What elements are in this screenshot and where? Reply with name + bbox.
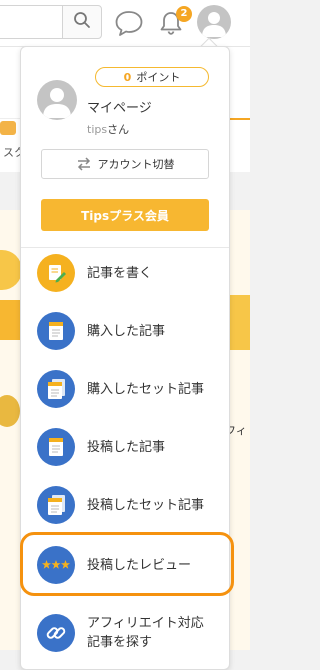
document-set-icon [37, 486, 75, 524]
background-tab-icon [0, 121, 16, 135]
menu-item-purchased-articles[interactable]: 購入した記事 [21, 303, 229, 359]
menu-item-label: 記事を書く [87, 265, 153, 281]
mypage-link[interactable]: マイページ [87, 97, 152, 116]
username-text: tipsさん [87, 123, 130, 136]
menu-item-label: 購入したセット記事 [87, 381, 205, 397]
search-input[interactable] [0, 5, 62, 39]
menu-item-posted-articles[interactable]: 投稿した記事 [21, 419, 229, 475]
background-shape [0, 300, 20, 340]
document-icon [37, 312, 75, 350]
pencil-icon [37, 254, 75, 292]
menu-item-write-article[interactable]: 記事を書く [21, 245, 229, 301]
stars-icon [37, 546, 75, 584]
switch-account-button[interactable]: アカウント切替 [41, 149, 209, 179]
menu-item-label: 投稿したレビュー [87, 557, 192, 573]
menu-item-label: 投稿したセット記事 [87, 497, 205, 513]
user-menu-dropdown: 0 ポイント マイページ tipsさん アカウント切替 Tipsプラス会員 記事… [20, 46, 230, 670]
document-icon [37, 428, 75, 466]
top-header: 2 [0, 0, 250, 46]
points-label: ポイント [136, 71, 181, 84]
document-set-icon [37, 370, 75, 408]
menu-item-purchased-set-articles[interactable]: 購入したセット記事 [21, 361, 229, 417]
switch-arrows-icon [76, 157, 92, 171]
chat-icon[interactable] [113, 7, 145, 39]
search-icon [73, 11, 91, 33]
switch-account-label: アカウント切替 [97, 158, 175, 171]
menu-item-label: 購入した記事 [87, 323, 166, 339]
link-icon [37, 614, 75, 652]
menu-item-find-affiliate-articles[interactable]: アフィリエイト対応 記事を探す [21, 605, 229, 661]
menu-item-label: アフィリエイト対応 記事を探す [87, 616, 204, 650]
notification-badge: 2 [176, 6, 192, 22]
profile-avatar[interactable] [37, 80, 77, 120]
menu-item-posted-reviews[interactable]: 投稿したレビュー [21, 537, 229, 593]
points-value: 0 [123, 70, 132, 84]
points-badge[interactable]: 0 ポイント [95, 67, 209, 87]
menu-item-label: 投稿した記事 [87, 439, 166, 455]
search-button[interactable] [62, 5, 102, 39]
tips-plus-member-button[interactable]: Tipsプラス会員 [41, 199, 209, 231]
menu-item-posted-set-articles[interactable]: 投稿したセット記事 [21, 477, 229, 533]
user-avatar-button[interactable] [197, 5, 231, 39]
